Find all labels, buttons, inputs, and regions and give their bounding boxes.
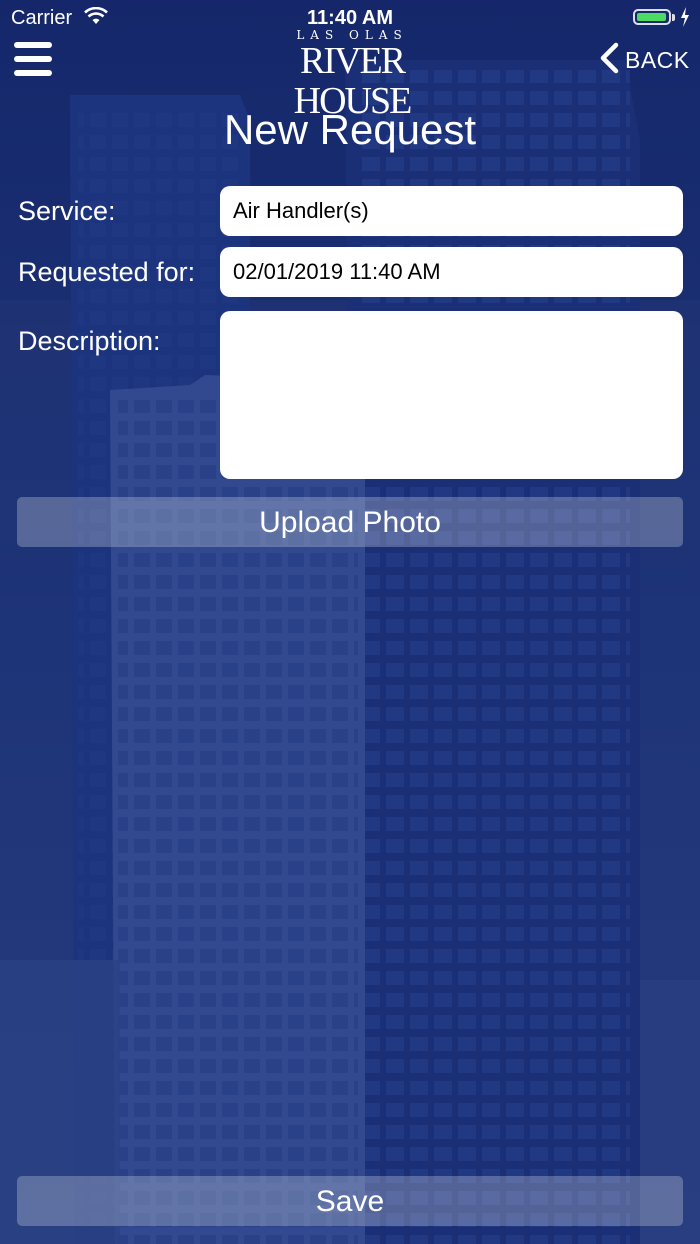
las-olas-river-house-logo: LAS OLAS RIVER HOUSE xyxy=(270,28,434,121)
page-title: New Request xyxy=(223,106,477,153)
back-button[interactable]: BACK xyxy=(598,42,690,78)
battery-cap xyxy=(672,14,675,21)
menu-bar xyxy=(14,70,52,76)
description-label: Description: xyxy=(18,326,161,356)
charging-bolt-icon xyxy=(680,7,690,32)
chevron-left-icon xyxy=(598,42,620,79)
requested-for-label: Requested for: xyxy=(18,257,196,287)
menu-bar xyxy=(14,42,52,48)
battery-level xyxy=(637,13,666,21)
battery-icon xyxy=(633,9,671,25)
service-field[interactable]: Air Handler(s) xyxy=(220,186,683,236)
status-time: 11:40 AM xyxy=(307,7,393,29)
requested-for-field[interactable]: 02/01/2019 11:40 AM xyxy=(220,247,683,297)
menu-bar xyxy=(14,56,52,62)
upload-photo-button[interactable]: Upload Photo xyxy=(17,497,683,547)
save-button[interactable]: Save xyxy=(17,1176,683,1226)
service-label: Service: xyxy=(18,196,116,226)
description-textarea[interactable] xyxy=(220,311,683,479)
back-label: BACK xyxy=(625,46,690,73)
hamburger-menu-icon[interactable] xyxy=(14,42,54,76)
screen: Carrier 11:40 AM LAS OLAS RIVER HOUSE BA… xyxy=(0,0,700,1244)
